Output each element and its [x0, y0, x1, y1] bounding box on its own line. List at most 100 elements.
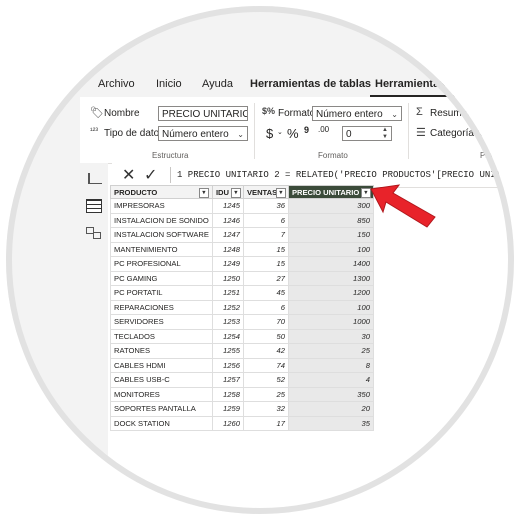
- cell-precio-unitario-2[interactable]: 8: [287, 357, 374, 373]
- table-row[interactable]: PC PORTATIL 1251 45 1200: [110, 285, 374, 301]
- cell-producto[interactable]: INSTALACION SOFTWARE: [110, 227, 213, 243]
- report-view-icon[interactable]: [88, 173, 102, 184]
- cell-ventas[interactable]: 6: [242, 212, 289, 228]
- tab-archivo[interactable]: Archivo: [98, 78, 135, 90]
- cancel-formula-button[interactable]: ✕: [122, 165, 135, 185]
- column-header-producto[interactable]: PRODUCTO ▾: [110, 185, 213, 199]
- table-row[interactable]: PC PROFESIONAL 1249 15 1400: [110, 256, 374, 272]
- cell-idu[interactable]: 1246: [211, 212, 244, 228]
- cell-ventas[interactable]: 42: [242, 343, 289, 359]
- cell-precio-unitario-2[interactable]: 100: [287, 299, 374, 315]
- cell-producto[interactable]: MANTENIMIENTO: [110, 241, 213, 257]
- formato-select[interactable]: Número entero ⌄: [312, 106, 402, 121]
- cell-idu[interactable]: 1258: [211, 386, 244, 402]
- categoria-label[interactable]: Categoría de d: [430, 128, 496, 139]
- decimal-places-button[interactable]: .00: [318, 125, 329, 134]
- cell-producto[interactable]: IMPRESORAS: [110, 198, 213, 214]
- cell-precio-unitario-2[interactable]: 1400: [287, 256, 374, 272]
- table-row[interactable]: CABLES USB-C 1257 52 4: [110, 372, 374, 388]
- cell-idu[interactable]: 1255: [211, 343, 244, 359]
- table-row[interactable]: SERVIDORES 1253 70 1000: [110, 314, 374, 330]
- tab-herramientas-de-tablas[interactable]: Herramientas de tablas: [250, 78, 371, 90]
- cell-precio-unitario-2[interactable]: 100: [287, 241, 374, 257]
- cell-precio-unitario-2[interactable]: 25: [287, 343, 374, 359]
- table-row[interactable]: MONITORES 1258 25 350: [110, 386, 374, 402]
- table-row[interactable]: MANTENIMIENTO 1248 15 100: [110, 241, 374, 257]
- cell-idu[interactable]: 1250: [211, 270, 244, 286]
- filter-icon[interactable]: ▾: [230, 188, 241, 198]
- cell-idu[interactable]: 1259: [211, 401, 244, 417]
- cell-ventas[interactable]: 32: [242, 401, 289, 417]
- cell-producto[interactable]: TECLADOS: [110, 328, 213, 344]
- tab-ayuda[interactable]: Ayuda: [202, 78, 233, 90]
- cell-idu[interactable]: 1257: [211, 372, 244, 388]
- cell-precio-unitario-2[interactable]: 35: [287, 415, 374, 431]
- table-row[interactable]: RATONES 1255 42 25: [110, 343, 374, 359]
- chevron-down-icon[interactable]: ⌄: [277, 128, 283, 136]
- table-row[interactable]: DOCK STATION 1260 17 35: [110, 415, 374, 431]
- cell-ventas[interactable]: 74: [242, 357, 289, 373]
- cell-producto[interactable]: REPARACIONES: [110, 299, 213, 315]
- percent-button[interactable]: %: [287, 126, 299, 141]
- cell-ventas[interactable]: 36: [242, 198, 289, 214]
- stepper-arrows-icon[interactable]: ▲ ▼: [382, 127, 388, 140]
- commit-formula-button[interactable]: ✓: [144, 165, 157, 185]
- cell-idu[interactable]: 1251: [211, 285, 244, 301]
- filter-icon[interactable]: ▾: [198, 188, 209, 198]
- cell-ventas[interactable]: 25: [242, 386, 289, 402]
- cell-precio-unitario-2[interactable]: 20: [287, 401, 374, 417]
- resumen-label[interactable]: Resumen: [430, 108, 473, 119]
- table-row[interactable]: INSTALACION SOFTWARE 1247 7 150: [110, 227, 374, 243]
- cell-producto[interactable]: RATONES: [110, 343, 213, 359]
- cell-ventas[interactable]: 15: [242, 241, 289, 257]
- cell-precio-unitario-2[interactable]: 1200: [287, 285, 374, 301]
- cell-idu[interactable]: 1260: [211, 415, 244, 431]
- table-row[interactable]: INSTALACION DE SONIDO 1246 6 850: [110, 212, 374, 228]
- tab-herramientas-de-columnas[interactable]: Herramientas d: [375, 78, 455, 90]
- cell-idu[interactable]: 1252: [211, 299, 244, 315]
- cell-precio-unitario-2[interactable]: 4: [287, 372, 374, 388]
- cell-idu[interactable]: 1256: [211, 357, 244, 373]
- cell-producto[interactable]: PC PROFESIONAL: [110, 256, 213, 272]
- cell-idu[interactable]: 1248: [211, 241, 244, 257]
- column-header-ventas[interactable]: VENTAS ▾: [242, 185, 289, 199]
- table-row[interactable]: REPARACIONES 1252 6 100: [110, 299, 374, 315]
- cell-idu[interactable]: 1245: [211, 198, 244, 214]
- cell-ventas[interactable]: 27: [242, 270, 289, 286]
- cell-ventas[interactable]: 6: [242, 299, 289, 315]
- cell-ventas[interactable]: 7: [242, 227, 289, 243]
- column-header-precio-unitario-2[interactable]: PRECIO UNITARIO 2 ▾: [287, 185, 374, 199]
- filter-icon[interactable]: ▾: [275, 188, 286, 198]
- thousands-separator-button[interactable]: 9: [304, 125, 309, 135]
- model-view-icon[interactable]: [86, 227, 101, 239]
- cell-producto[interactable]: INSTALACION DE SONIDO: [110, 212, 213, 228]
- cell-idu[interactable]: 1247: [211, 227, 244, 243]
- cell-ventas[interactable]: 45: [242, 285, 289, 301]
- cell-ventas[interactable]: 70: [242, 314, 289, 330]
- table-row[interactable]: CABLES HDMI 1256 74 8: [110, 357, 374, 373]
- column-header-idu[interactable]: IDU ▾: [211, 185, 244, 199]
- cell-producto[interactable]: DOCK STATION: [110, 415, 213, 431]
- cell-producto[interactable]: SERVIDORES: [110, 314, 213, 330]
- cell-precio-unitario-2[interactable]: 350: [287, 386, 374, 402]
- formula-input[interactable]: 1 PRECIO UNITARIO 2 = RELATED('PRECIO PR…: [170, 167, 514, 183]
- cell-producto[interactable]: PC PORTATIL: [110, 285, 213, 301]
- cell-precio-unitario-2[interactable]: 300: [287, 198, 374, 214]
- cell-producto[interactable]: SOPORTES PANTALLA: [110, 401, 213, 417]
- cell-precio-unitario-2[interactable]: 1000: [287, 314, 374, 330]
- cell-idu[interactable]: 1249: [211, 256, 244, 272]
- cell-producto[interactable]: MONITORES: [110, 386, 213, 402]
- cell-precio-unitario-2[interactable]: 30: [287, 328, 374, 344]
- tab-inicio[interactable]: Inicio: [156, 78, 182, 90]
- table-row[interactable]: PC GAMING 1250 27 1300: [110, 270, 374, 286]
- cell-idu[interactable]: 1254: [211, 328, 244, 344]
- cell-ventas[interactable]: 50: [242, 328, 289, 344]
- cell-precio-unitario-2[interactable]: 850: [287, 212, 374, 228]
- cell-producto[interactable]: PC GAMING: [110, 270, 213, 286]
- cell-ventas[interactable]: 17: [242, 415, 289, 431]
- nombre-input[interactable]: PRECIO UNITARIO 2: [158, 106, 248, 121]
- decimales-stepper[interactable]: 0 ▲ ▼: [342, 126, 392, 141]
- table-row[interactable]: SOPORTES PANTALLA 1259 32 20: [110, 401, 374, 417]
- tipo-datos-select[interactable]: Número entero ⌄: [158, 126, 248, 141]
- cell-ventas[interactable]: 52: [242, 372, 289, 388]
